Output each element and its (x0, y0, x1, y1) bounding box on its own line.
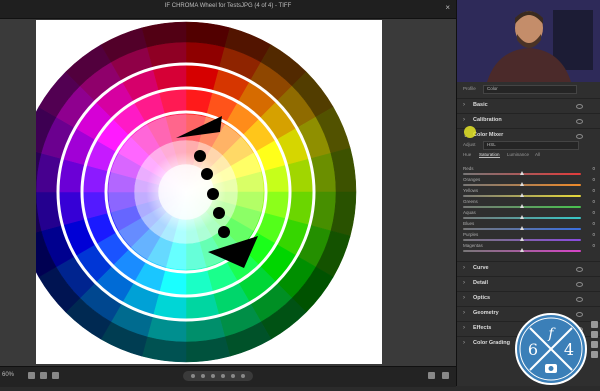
slider-label: Purples (463, 232, 479, 237)
logo-digit-left: 6 (528, 340, 538, 359)
slider-knob[interactable] (520, 237, 524, 241)
profile-label: Profile (463, 86, 476, 91)
slider-label: Greens (463, 199, 478, 204)
tab-hue[interactable]: Hue (463, 152, 471, 157)
filmstrip-pager[interactable] (183, 371, 253, 381)
slider-knob[interactable] (520, 193, 524, 197)
slider-magentas[interactable]: Magentas 0 (463, 243, 595, 253)
slider-knob[interactable] (520, 204, 524, 208)
profile-value: Color (487, 86, 498, 91)
adjust-label: Adjust (463, 142, 476, 147)
chevron-right-icon: › (463, 340, 465, 346)
chevron-right-icon: › (463, 117, 465, 123)
adjust-value: HSL (487, 142, 496, 147)
section-calibration[interactable]: › Calibration (457, 113, 600, 128)
slider-label: Blues (463, 221, 475, 226)
color-wheel-image (36, 21, 357, 363)
slider-value[interactable]: 0 (592, 210, 595, 215)
document-title-bar: IF CHROMA Wheel for TestsJPG (4 of 4) - … (0, 0, 456, 19)
slider-knob[interactable] (520, 248, 524, 252)
zoom-tool-icon[interactable] (591, 321, 598, 328)
slider-value[interactable]: 0 (592, 232, 595, 237)
tool-strip (589, 318, 600, 368)
tab-luminance[interactable]: Luminance (507, 152, 529, 157)
slider-greens[interactable]: Greens 0 (463, 199, 595, 209)
status-bar: 60% (0, 366, 456, 387)
sample-tool-icon[interactable] (591, 341, 598, 348)
slider-label: Reds (463, 166, 474, 171)
eye-icon[interactable] (576, 267, 583, 272)
section-basic[interactable]: › Basic (457, 98, 600, 113)
image-canvas[interactable] (36, 20, 382, 364)
logo-digit-right: 4 (564, 340, 574, 359)
slider-aquas[interactable]: Aquas 0 (463, 210, 595, 220)
chevron-right-icon: › (463, 265, 465, 271)
chevron-right-icon: › (463, 280, 465, 286)
section-label: Curve (473, 265, 489, 271)
slider-value[interactable]: 0 (592, 188, 595, 193)
compare-view-icon[interactable] (428, 372, 435, 379)
slider-reds[interactable]: Reds 0 (463, 166, 595, 176)
profile-select[interactable]: Color (483, 85, 577, 94)
section-label: Detail (473, 280, 488, 286)
section-label: Color Grading (473, 340, 510, 346)
slider-knob[interactable] (520, 215, 524, 219)
slider-label: Aquas (463, 210, 476, 215)
grid-tool-icon[interactable] (591, 351, 598, 358)
section-label: Basic (473, 102, 488, 108)
section-label: Effects (473, 325, 492, 331)
slider-oranges[interactable]: Oranges 0 (463, 177, 595, 187)
section-detail[interactable]: › Detail (457, 276, 600, 291)
tab-all[interactable]: All (535, 152, 540, 157)
slider-knob[interactable] (520, 226, 524, 230)
eye-icon[interactable] (576, 134, 583, 139)
chevron-right-icon: › (463, 310, 465, 316)
slider-value[interactable]: 0 (592, 177, 595, 182)
split-view-icon[interactable] (442, 372, 449, 379)
section-label: Optics (473, 295, 491, 301)
adjust-select[interactable]: HSL (483, 141, 579, 150)
slider-knob[interactable] (520, 182, 524, 186)
slider-value[interactable]: 0 (592, 221, 595, 226)
chevron-right-icon: › (463, 295, 465, 301)
section-optics[interactable]: › Optics (457, 291, 600, 306)
filter-icon[interactable] (52, 372, 59, 379)
eye-icon[interactable] (576, 282, 583, 287)
eye-icon[interactable] (576, 104, 583, 109)
section-curve[interactable]: › Curve (457, 261, 600, 276)
adjust-row: Adjust HSL (463, 141, 579, 150)
slider-blues[interactable]: Blues 0 (463, 221, 595, 231)
webcam-overlay (457, 0, 600, 82)
slider-label: Oranges (463, 177, 481, 182)
slider-value[interactable]: 0 (592, 199, 595, 204)
filmstrip-icon[interactable] (28, 372, 35, 379)
hand-tool-icon[interactable] (591, 331, 598, 338)
slider-label: Magentas (463, 243, 483, 248)
section-label: Color Mixer (473, 132, 504, 138)
eye-icon[interactable] (576, 297, 583, 302)
section-label: Geometry (473, 310, 499, 316)
channel-logo: f 6 4 (514, 312, 588, 386)
slider-value[interactable]: 0 (592, 243, 595, 248)
sort-icon[interactable] (40, 372, 47, 379)
close-icon[interactable]: × (445, 3, 450, 12)
profile-row: Profile Color (457, 83, 600, 95)
mixer-tabs: Hue Saturation Luminance All (463, 152, 583, 160)
chevron-right-icon: › (463, 102, 465, 108)
slider-knob[interactable] (520, 171, 524, 175)
canvas-area (0, 19, 456, 366)
tab-saturation[interactable]: Saturation (479, 152, 500, 158)
slider-value[interactable]: 0 (592, 166, 595, 171)
eye-icon[interactable] (576, 119, 583, 124)
chevron-right-icon: › (463, 325, 465, 331)
section-label: Calibration (473, 117, 502, 123)
zoom-level[interactable]: 60% (2, 372, 14, 378)
slider-label: Yellows (463, 188, 479, 193)
slider-purples[interactable]: Purples 0 (463, 232, 595, 242)
mouse-cursor-highlight (464, 126, 476, 138)
slider-yellows[interactable]: Yellows 0 (463, 188, 595, 198)
document-title: IF CHROMA Wheel for TestsJPG (4 of 4) - … (164, 3, 292, 9)
